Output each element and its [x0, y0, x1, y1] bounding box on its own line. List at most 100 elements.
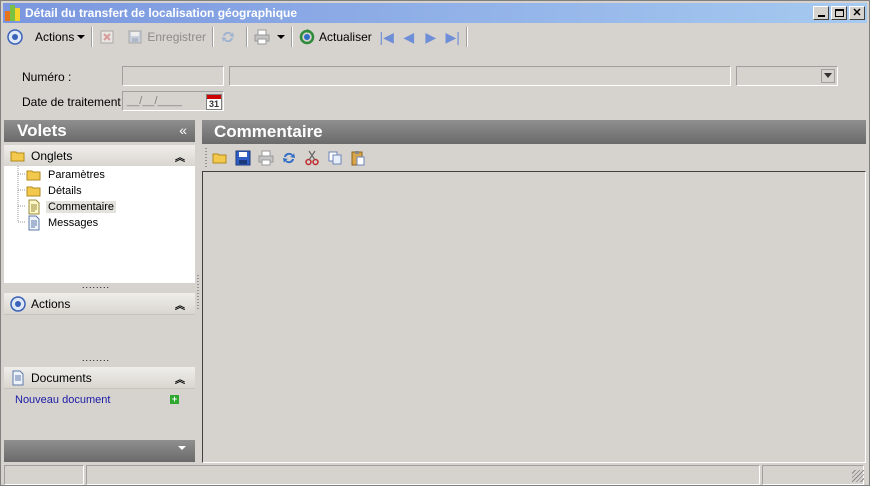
refresh-button[interactable]: Actualiser — [295, 26, 376, 48]
tree-item-commentaire[interactable]: Commentaire — [26, 199, 117, 215]
status-segment — [762, 465, 864, 485]
header-form: Numéro : Date de traitement : __/__/____… — [1, 51, 869, 117]
actions-label: Actions — [35, 30, 75, 44]
toolbar-separator — [291, 27, 294, 47]
volets-header: Volets « — [4, 120, 195, 142]
collapse-panel-icon[interactable]: « — [179, 122, 187, 138]
maximize-icon — [834, 9, 844, 17]
toolbar-separator — [212, 27, 215, 47]
date-input[interactable]: __/__/____ 31 — [122, 91, 224, 111]
document-icon — [10, 370, 26, 386]
save-disk-icon — [127, 29, 143, 45]
save-label: Enregistrer — [147, 30, 207, 44]
copy-icon[interactable] — [327, 150, 343, 166]
title-bar[interactable]: Détail du transfert de localisation géog… — [3, 3, 867, 23]
panel-footer[interactable] — [4, 440, 195, 462]
commentaire-panel: Commentaire — [202, 120, 866, 463]
actions-section-header[interactable]: Actions ︽ — [4, 293, 195, 315]
delete-icon — [99, 29, 115, 45]
status-segment — [4, 465, 84, 485]
target-icon — [10, 295, 26, 312]
dropdown-arrow-icon — [77, 35, 86, 39]
close-button[interactable]: ✕ — [849, 6, 865, 20]
chevron-down-icon[interactable] — [178, 446, 186, 450]
section-resize-grip[interactable]: ........ — [82, 280, 110, 290]
collapse-section-icon[interactable]: ︽ — [175, 149, 185, 164]
folder-icon — [26, 183, 42, 199]
date-placeholder: __/__/____ — [127, 95, 183, 107]
tree-item-parametres[interactable]: Paramètres — [26, 167, 107, 183]
save-button[interactable]: Enregistrer — [123, 26, 210, 48]
resize-grip-icon[interactable] — [852, 470, 864, 482]
tree-item-label: Détails — [48, 185, 82, 197]
document-icon — [26, 215, 42, 231]
tree-item-details[interactable]: Détails — [26, 183, 84, 199]
first-icon: |◀ — [379, 28, 394, 45]
onglets-tree: Paramètres Détails Commentaire Messages — [4, 166, 195, 283]
print-menu-button[interactable] — [250, 26, 289, 48]
toolbar-separator — [465, 27, 468, 47]
tree-item-label: Messages — [48, 217, 99, 229]
window-title: Détail du transfert de localisation géog… — [25, 6, 298, 20]
refresh-label: Actualiser — [319, 30, 372, 44]
numero-description-input[interactable] — [229, 66, 731, 86]
document-icon — [26, 199, 42, 215]
sync-button[interactable] — [216, 26, 244, 48]
actions-section-label: Actions — [31, 296, 71, 311]
print-icon[interactable] — [258, 150, 274, 166]
calendar-day: 31 — [208, 99, 219, 109]
commentaire-header: Commentaire — [202, 120, 866, 144]
next-icon: ▶ — [425, 28, 437, 45]
paste-icon[interactable] — [350, 150, 366, 166]
main-toolbar: Actions Enregistrer Actualiser |◀ ◀ ▶ ▶| — [3, 24, 867, 50]
first-record-button[interactable]: |◀ — [376, 26, 398, 48]
add-icon[interactable]: + — [170, 395, 179, 404]
refresh-icon[interactable] — [281, 150, 297, 166]
dropdown-arrow-icon — [277, 35, 286, 39]
chevron-down-icon[interactable] — [821, 69, 835, 83]
collapse-section-icon[interactable]: ︽ — [175, 371, 185, 386]
collapse-section-icon[interactable]: ︽ — [175, 297, 185, 312]
tree-item-label: Paramètres — [48, 169, 105, 181]
save-icon[interactable] — [235, 150, 251, 166]
cut-icon[interactable] — [304, 150, 320, 166]
numero-label: Numéro : — [22, 70, 72, 84]
volets-panel: Volets « Onglets ︽ Paramètres Détails Co… — [4, 120, 195, 462]
numero-combo[interactable] — [736, 66, 838, 86]
maximize-button[interactable] — [831, 6, 847, 20]
onglets-section-header[interactable]: Onglets ︽ — [4, 145, 195, 167]
tree-item-messages[interactable]: Messages — [26, 215, 100, 231]
documents-label: Documents — [31, 370, 92, 385]
onglets-label: Onglets — [31, 148, 73, 163]
volets-title: Volets — [17, 121, 67, 140]
close-icon: ✕ — [852, 6, 862, 19]
application-window: Détail du transfert de localisation géog… — [0, 0, 870, 486]
commentaire-editor[interactable] — [202, 171, 866, 463]
numero-input[interactable] — [122, 66, 224, 86]
toolbar-separator — [91, 27, 94, 47]
documents-section-header[interactable]: Documents ︽ — [4, 367, 195, 389]
folder-icon — [10, 148, 26, 164]
next-record-button[interactable]: ▶ — [420, 26, 442, 48]
calendar-icon[interactable]: 31 — [206, 94, 222, 110]
status-segment — [86, 465, 760, 485]
delete-button[interactable] — [95, 26, 123, 48]
date-label: Date de traitement : — [22, 95, 128, 109]
previous-icon: ◀ — [403, 28, 415, 45]
panel-splitter[interactable] — [195, 120, 201, 462]
refresh-icon — [299, 29, 315, 45]
minimize-icon — [817, 15, 825, 17]
open-folder-icon[interactable] — [212, 150, 228, 166]
app-icon — [5, 5, 21, 21]
actions-menu-button[interactable]: Actions — [3, 26, 89, 48]
new-document-link[interactable]: Nouveau document — [15, 394, 110, 406]
toolbar-grip — [205, 148, 207, 168]
last-record-button[interactable]: ▶| — [442, 26, 464, 48]
toolbar-separator — [246, 27, 249, 47]
section-resize-grip[interactable]: ........ — [82, 353, 110, 363]
minimize-button[interactable] — [813, 6, 829, 20]
sync-icon — [220, 29, 236, 45]
last-icon: ▶| — [445, 28, 460, 45]
previous-record-button[interactable]: ◀ — [398, 26, 420, 48]
commentaire-toolbar — [202, 145, 866, 170]
